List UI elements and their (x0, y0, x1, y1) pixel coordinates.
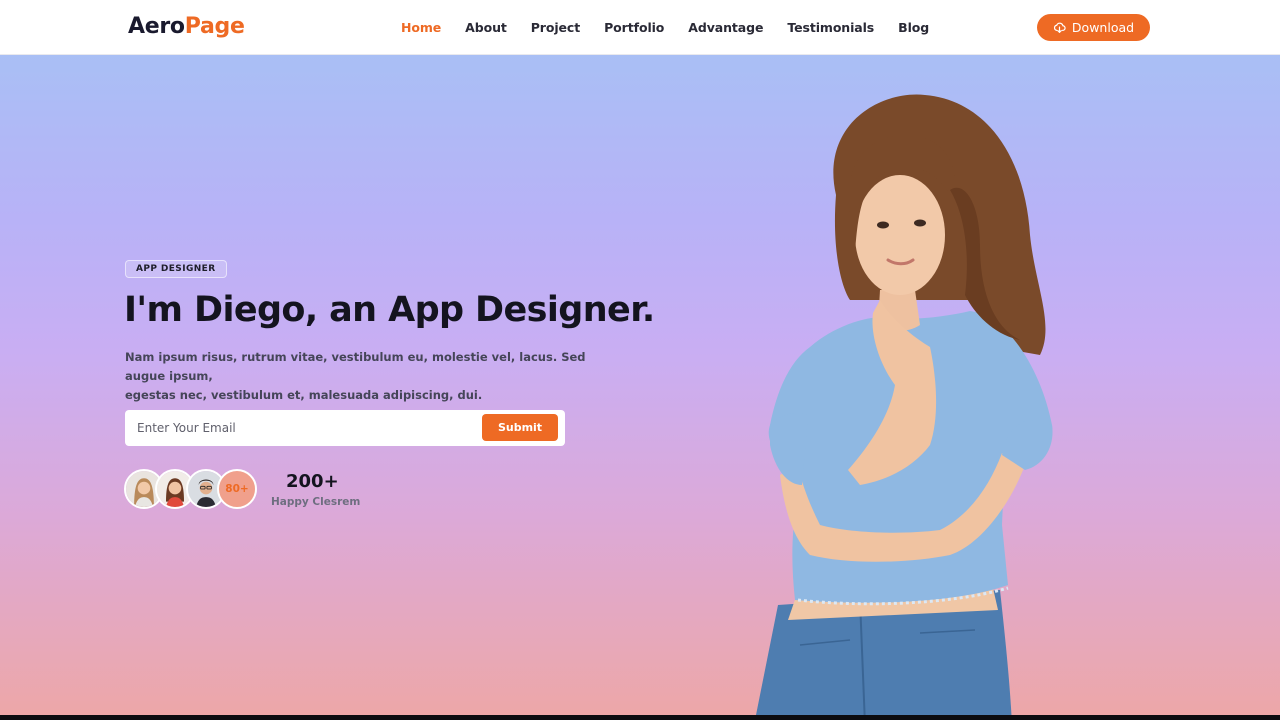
hero-description: Nam ipsum risus, rutrum vitae, vestibulu… (125, 348, 625, 405)
bottom-strip (0, 715, 1280, 720)
description-line-1: Nam ipsum risus, rutrum vitae, vestibulu… (125, 350, 586, 383)
nav-advantage[interactable]: Advantage (688, 20, 763, 35)
download-label: Download (1071, 20, 1135, 35)
happy-clients-label: Happy Clesrem (271, 496, 361, 508)
logo-text-aero: Aero (128, 14, 185, 39)
hero-section: APP DESIGNER I'm Diego, an App Designer.… (0, 55, 1280, 715)
hero-portrait-image (756, 94, 1053, 715)
logo[interactable]: AeroPage (128, 12, 245, 42)
happy-clients-count: 200+ (286, 471, 339, 492)
role-badge: APP DESIGNER (125, 260, 227, 278)
logo-text-page: Page (184, 14, 245, 39)
nav-about[interactable]: About (465, 20, 507, 35)
nav-blog[interactable]: Blog (898, 20, 929, 35)
customer-avatars: 80+ (124, 469, 264, 509)
cloud-download-icon (1053, 22, 1066, 33)
nav-project[interactable]: Project (531, 20, 580, 35)
email-input[interactable] (125, 410, 475, 446)
email-form: Submit (125, 410, 565, 446)
nav-testimonials[interactable]: Testimonials (787, 20, 874, 35)
avatar-count-badge: 80+ (217, 469, 257, 509)
main-nav: Home About Project Portfolio Advantage T… (401, 0, 953, 55)
download-button[interactable]: Download (1037, 14, 1150, 41)
description-line-2: egestas nec, vestibulum et, malesuada ad… (125, 388, 483, 402)
hero-title: I'm Diego, an App Designer. (124, 290, 655, 330)
site-header: AeroPage Home About Project Portfolio Ad… (0, 0, 1280, 55)
nav-portfolio[interactable]: Portfolio (604, 20, 664, 35)
submit-button[interactable]: Submit (482, 414, 558, 441)
nav-home[interactable]: Home (401, 20, 441, 35)
